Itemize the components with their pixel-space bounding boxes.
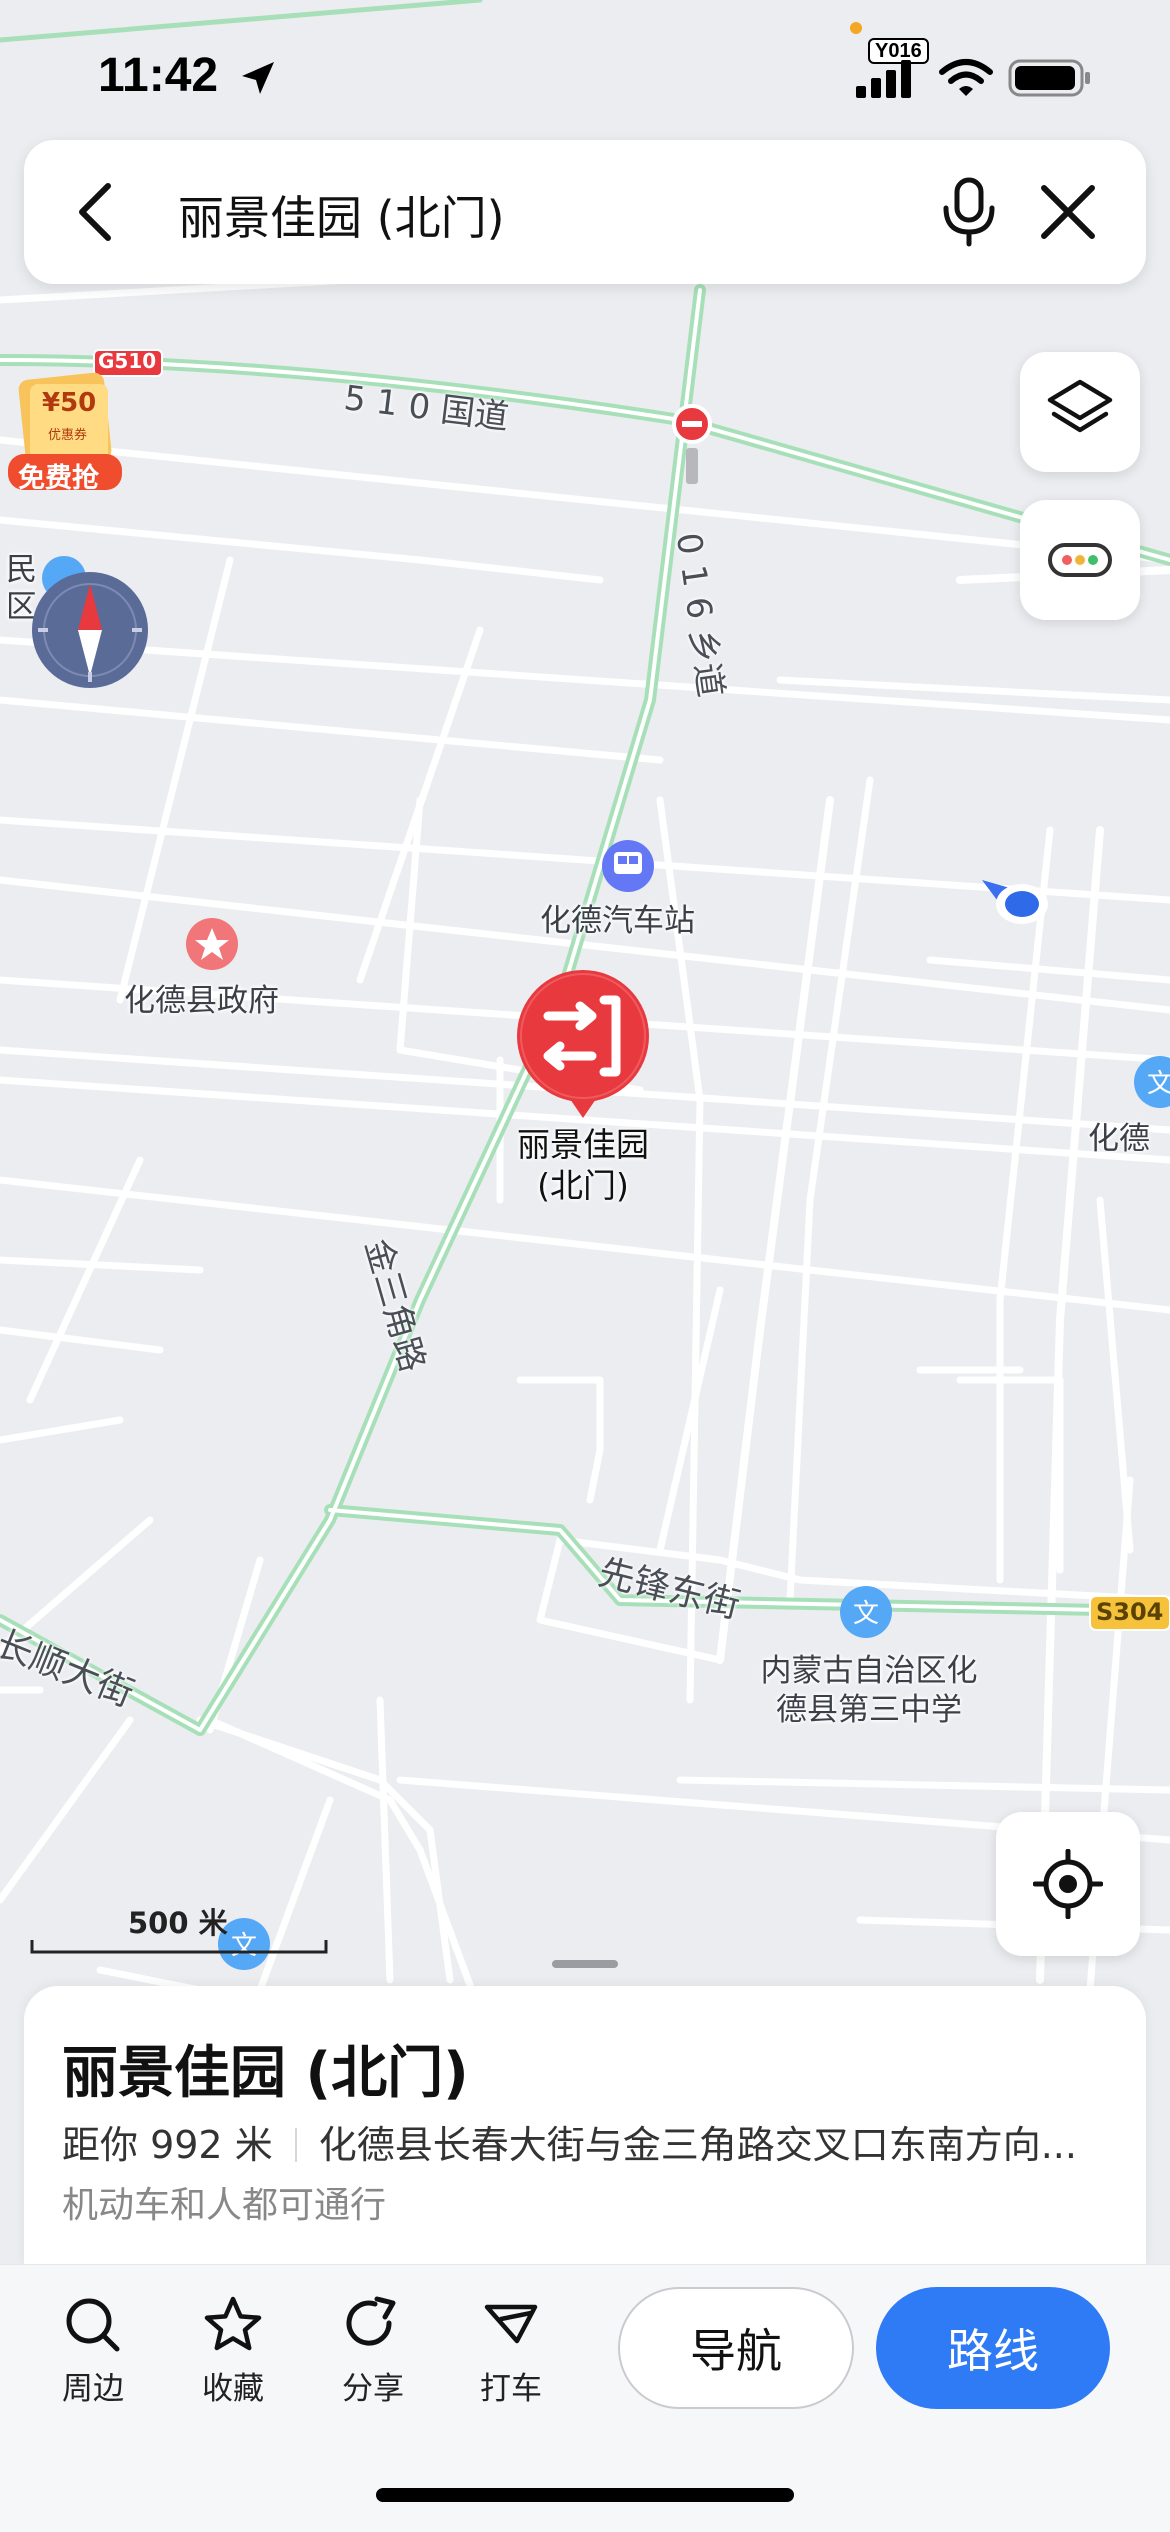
share-label: 分享 xyxy=(342,2371,404,2407)
drag-handle[interactable] xyxy=(552,1960,618,1968)
status-bar: 11:42 Y016 xyxy=(0,0,1170,130)
close-icon[interactable] xyxy=(1036,180,1100,244)
school-label-line2: 德县第三中学 xyxy=(776,1691,962,1728)
svg-text:文: 文 xyxy=(853,1599,879,1629)
nearby-button[interactable]: 周边 xyxy=(38,2295,148,2415)
taxi-label: 打车 xyxy=(480,2371,542,2407)
search-icon xyxy=(66,2298,120,2352)
edge-poi-right-label[interactable]: 化德 xyxy=(1088,1120,1150,1159)
coupon-label: 免费抢 xyxy=(18,463,99,494)
layers-icon xyxy=(1047,379,1113,433)
school-label[interactable]: 内蒙古自治区化 德县第三中学 xyxy=(736,1652,1002,1730)
home-indicator[interactable] xyxy=(376,2488,794,2502)
compass-icon xyxy=(32,572,148,688)
back-icon[interactable] xyxy=(68,180,128,244)
s304-shield-label: S304 xyxy=(1096,1598,1164,1626)
favorite-label: 收藏 xyxy=(202,2371,264,2407)
coupon-banner[interactable]: ¥50 优惠券 免费抢 xyxy=(6,370,124,494)
nearby-label: 周边 xyxy=(62,2371,124,2407)
county-gov-label[interactable]: 化德县政府 xyxy=(124,982,279,1021)
place-access: 机动车和人都可通行 xyxy=(62,2185,387,2226)
place-card[interactable]: 丽景佳园 (北门) 距你 992 米 化德县长春大街与金三角路交叉口东南方向...… xyxy=(24,1986,1146,2266)
coupon-tag: 优惠券 xyxy=(48,428,88,443)
taxi-button[interactable]: 打车 xyxy=(456,2295,566,2415)
star-icon xyxy=(204,2296,262,2351)
microphone-icon[interactable] xyxy=(936,176,1002,248)
search-bar[interactable]: 丽景佳园 (北门) xyxy=(24,140,1146,284)
scale-bar xyxy=(30,1940,328,1954)
bus-station-label[interactable]: 化德汽车站 xyxy=(540,902,695,941)
selected-place-label[interactable]: 丽景佳园 (北门) xyxy=(508,1124,658,1207)
cell-signal-icon xyxy=(856,60,911,98)
status-time: 11:42 xyxy=(98,49,219,102)
traffic-button[interactable] xyxy=(1020,500,1140,620)
location-arrow-icon xyxy=(242,62,274,94)
svg-text:文: 文 xyxy=(1147,1069,1170,1099)
locate-me-button[interactable] xyxy=(996,1812,1140,1956)
info-divider xyxy=(294,2128,297,2162)
navigate-button[interactable]: 导航 xyxy=(618,2287,854,2409)
traffic-icon xyxy=(1048,543,1112,577)
selected-place-line2: (北门) xyxy=(537,1166,629,1206)
layers-button[interactable] xyxy=(1020,352,1140,472)
battery-icon xyxy=(1008,59,1090,97)
coupon-amount: ¥50 xyxy=(42,388,97,418)
crosshair-icon xyxy=(1033,1849,1103,1919)
share-button[interactable]: 分享 xyxy=(318,2295,428,2415)
share-icon xyxy=(346,2296,396,2346)
place-info: 距你 992 米 化德县长春大街与金三角路交叉口东南方向... xyxy=(62,2114,1122,2169)
map-scale: 500 米 xyxy=(30,1900,330,1960)
place-title: 丽景佳园 (北门) xyxy=(62,2041,469,2106)
compass-button[interactable] xyxy=(30,570,150,690)
place-distance: 距你 992 米 xyxy=(62,2123,273,2167)
search-query[interactable]: 丽景佳园 (北门) xyxy=(178,182,505,248)
favorite-button[interactable]: 收藏 xyxy=(178,2295,288,2415)
wifi-icon xyxy=(939,59,993,96)
taxi-icon xyxy=(484,2304,538,2344)
school-label-line1: 内蒙古自治区化 xyxy=(760,1653,978,1689)
selected-place-line1: 丽景佳园 xyxy=(517,1125,649,1164)
place-address: 化德县长春大街与金三角路交叉口东南方向... xyxy=(318,2123,1077,2167)
route-button[interactable]: 路线 xyxy=(876,2287,1110,2409)
privacy-dot-icon xyxy=(850,22,862,34)
